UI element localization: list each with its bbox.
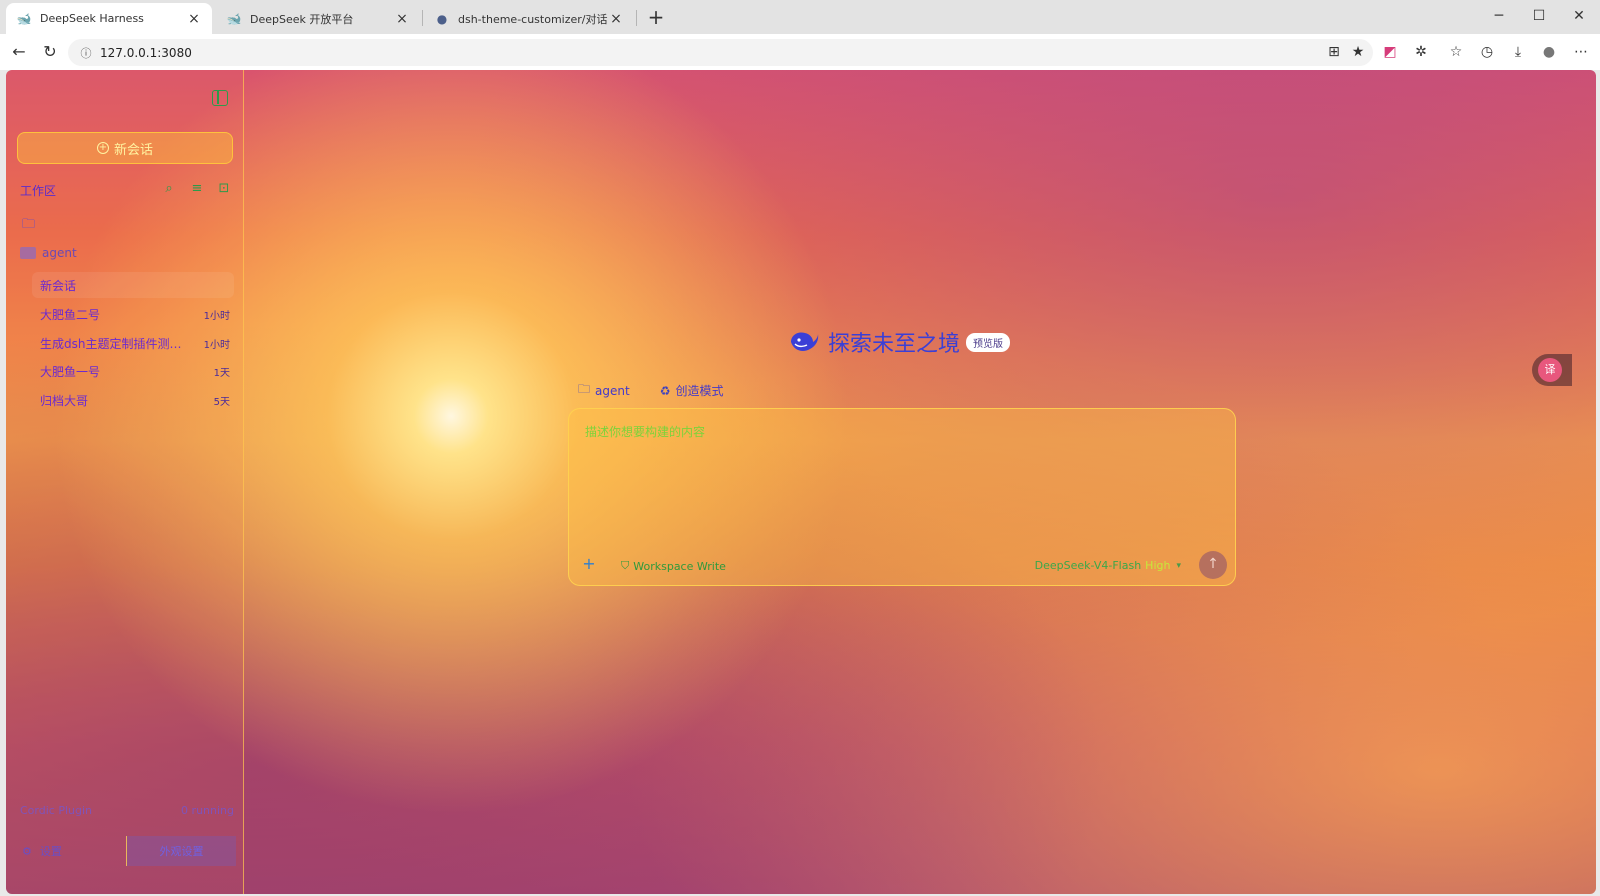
chat-item[interactable]: 归档大哥 5天 — [32, 387, 234, 413]
chat-time: 1天 — [213, 367, 230, 379]
sidebar: + 新会话 工作区 ⌕ ≡ ⊡ 🗀 agent 新会话 大肥鱼二号 1小时 生成… — [6, 70, 244, 894]
download-icon[interactable]: ⤓ — [1508, 42, 1528, 62]
mode-selector[interactable]: ♻ 创造模式 — [660, 382, 724, 399]
chat-time: 1小时 — [203, 310, 230, 322]
site-info-icon[interactable]: ⓘ — [74, 45, 98, 61]
deepseek-whale-icon: 🐋 — [226, 11, 242, 26]
preview-badge: 预览版 — [966, 332, 1011, 352]
translate-icon: 译 — [1538, 358, 1562, 382]
plugin-status-row[interactable]: Cordic Plugin 0 running — [20, 804, 234, 817]
chat-time: 5天 — [213, 396, 230, 408]
minimize-icon[interactable]: ─ — [1489, 8, 1509, 24]
extensions-puzzle-icon[interactable]: ✲ — [1411, 42, 1431, 62]
new-chat-label: 新会话 — [113, 142, 153, 158]
project-agent[interactable]: agent — [20, 246, 77, 260]
profile-avatar-icon[interactable]: ● — [1539, 42, 1559, 62]
tab-separator — [422, 10, 423, 26]
chat-name: 新会话 — [40, 278, 77, 293]
composer-placeholder[interactable]: 描述你想要构建的内容 — [585, 423, 705, 440]
tab-deepseek-platform[interactable]: 🐋 DeepSeek 开放平台 × — [216, 3, 420, 34]
maximize-icon[interactable]: ☐ — [1529, 8, 1549, 24]
appearance-button[interactable]: 外观设置 — [126, 836, 236, 866]
settings-label: 设置 — [39, 845, 62, 858]
recycle-icon: ♻ — [659, 383, 671, 398]
browser-toolbar: ← ↻ ⓘ 127.0.0.1:3080 ⊞ ★ ◩ ✲ ☆ ◷ ⤓ ● ⋯ — [0, 34, 1600, 70]
workspace-permission-button[interactable]: ⛉ Workspace Write — [621, 559, 726, 573]
hero-header: 探索未至之境 预览版 — [788, 326, 1011, 358]
attach-plus-button[interactable]: + — [579, 555, 599, 575]
back-icon[interactable]: ← — [8, 41, 30, 63]
favorites-list-icon[interactable]: ☆ — [1446, 42, 1466, 62]
chat-item[interactable]: 新会话 — [32, 272, 234, 298]
floating-translate-widget[interactable]: 译 — [1532, 354, 1572, 386]
chat-time: 1小时 — [203, 339, 230, 351]
deepseek-whale-icon — [791, 332, 819, 351]
tab-github[interactable]: ● dsh-theme-customizer/对话区测试 × — [424, 3, 634, 34]
arrow-up-icon: ↑ — [1207, 556, 1219, 572]
context-folder-label: agent — [595, 383, 630, 398]
settings-button[interactable]: ⚙ 设置 — [16, 836, 126, 866]
open-folder-icon[interactable]: 🗀 — [22, 215, 35, 237]
plus-circle-icon: + — [96, 142, 109, 154]
close-tab-icon[interactable]: × — [394, 11, 410, 27]
chat-name: 生成dsh主题定制插件测试... — [40, 336, 190, 351]
model-level: High — [1145, 559, 1171, 572]
chat-item[interactable]: 大肥鱼一号 1天 — [32, 358, 234, 384]
tab-deepseek-harness[interactable]: 🐋 DeepSeek Harness × — [6, 3, 212, 34]
appearance-label: 外观设置 — [159, 845, 204, 858]
github-icon: ● — [436, 11, 448, 26]
workspace-mode-label: Workspace Write — [633, 559, 726, 573]
tab-separator — [636, 10, 637, 26]
reload-icon[interactable]: ↻ — [39, 41, 61, 63]
deepseek-whale-icon: 🐋 — [16, 11, 32, 26]
url-text: 127.0.0.1:3080 — [100, 45, 192, 60]
list-icon[interactable]: ≡ — [189, 181, 205, 196]
new-tab-button[interactable]: + — [644, 6, 668, 30]
chat-item[interactable]: 大肥鱼二号 1小时 — [32, 301, 234, 327]
plugin-label: Cordic Plugin — [20, 804, 92, 817]
message-composer[interactable]: 描述你想要构建的内容 + ⛉ Workspace Write DeepSeek-… — [568, 408, 1236, 586]
history-icon[interactable]: ◷ — [1477, 42, 1497, 62]
shield-icon: ⛉ — [621, 559, 630, 572]
workspace-title: 工作区 — [20, 184, 57, 198]
chevron-down-icon: ▾ — [1176, 560, 1181, 571]
page-viewport: + 新会话 工作区 ⌕ ≡ ⊡ 🗀 agent 新会话 大肥鱼二号 1小时 生成… — [6, 70, 1596, 894]
send-button[interactable]: ↑ — [1199, 551, 1227, 579]
chat-name: 大肥鱼二号 — [40, 307, 101, 322]
close-window-icon[interactable]: ✕ — [1569, 8, 1589, 24]
context-row: 🗀 agent ♻ 创造模式 — [578, 380, 753, 401]
new-chat-button[interactable]: + 新会话 — [17, 132, 233, 164]
new-folder-icon[interactable]: ⊡ — [216, 181, 232, 196]
browser-tab-bar: 🐋 DeepSeek Harness × 🐋 DeepSeek 开放平台 × ●… — [0, 0, 1600, 34]
plugin-status: 0 running — [181, 804, 234, 817]
extension-translate-icon[interactable]: ◩ — [1380, 42, 1400, 62]
sidebar-bottom-bar: ⚙ 设置 外观设置 — [16, 836, 236, 866]
tab-title: DeepSeek Harness — [40, 12, 144, 25]
sidebar-collapse-icon[interactable] — [212, 90, 228, 106]
chat-item[interactable]: 生成dsh主题定制插件测试... 1小时 — [32, 330, 234, 356]
search-icon[interactable]: ⌕ — [161, 181, 177, 196]
chat-name: 归档大哥 — [40, 393, 89, 408]
close-tab-icon[interactable]: × — [608, 11, 624, 27]
chat-name: 大肥鱼一号 — [40, 364, 101, 379]
tab-title: dsh-theme-customizer/对话区测试 — [458, 12, 608, 26]
folder-icon — [20, 247, 36, 259]
address-bar[interactable]: ⓘ 127.0.0.1:3080 — [68, 39, 1373, 66]
context-folder-selector[interactable]: 🗀 agent — [578, 380, 630, 401]
tab-title: DeepSeek 开放平台 — [250, 12, 354, 26]
mode-label: 创造模式 — [675, 384, 724, 398]
model-selector[interactable]: DeepSeek-V4-Flash High ▾ — [1035, 559, 1181, 572]
gear-icon: ⚙ — [22, 844, 32, 858]
model-name: DeepSeek-V4-Flash — [1034, 559, 1142, 572]
project-name: agent — [42, 246, 77, 260]
close-tab-icon[interactable]: × — [186, 11, 202, 27]
more-menu-icon[interactable]: ⋯ — [1571, 42, 1591, 62]
folder-icon: 🗀 — [578, 382, 591, 396]
favorite-star-icon[interactable]: ★ — [1348, 42, 1368, 62]
app-available-icon[interactable]: ⊞ — [1324, 42, 1344, 62]
hero-title: 探索未至之境 — [828, 332, 961, 357]
